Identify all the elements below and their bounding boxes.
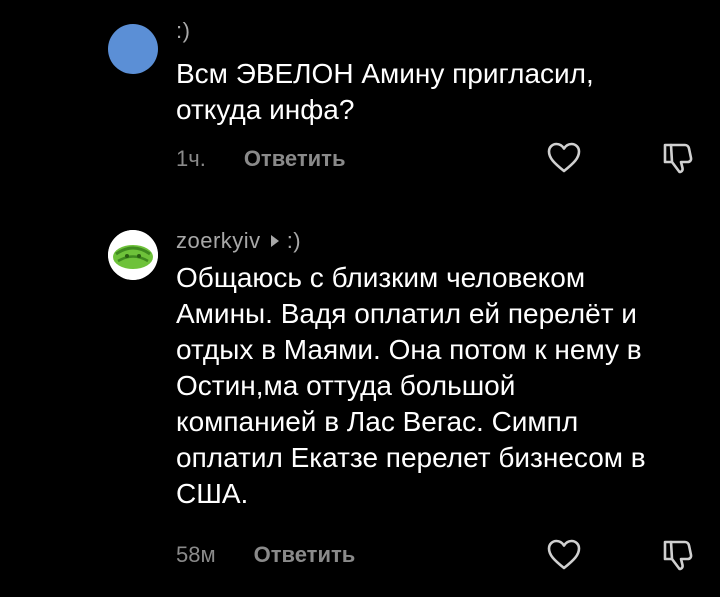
reply-button[interactable]: Ответить	[244, 146, 346, 172]
heart-outline-icon[interactable]	[546, 537, 582, 573]
comment-author[interactable]: :)	[176, 18, 190, 44]
reply-to-user[interactable]: :)	[287, 228, 301, 254]
comment-time: 58м	[176, 542, 216, 567]
avatar[interactable]	[108, 24, 158, 74]
comment-header: :)	[176, 18, 190, 44]
comment-author[interactable]: zoerkyiv	[176, 228, 261, 254]
thumbs-down-outline-icon[interactable]	[660, 537, 696, 573]
reply-button[interactable]: Ответить	[254, 542, 356, 568]
comments-screen: :) Всм ЭВЕЛОН Амину пригласил, откуда ин…	[0, 0, 720, 597]
heart-outline-icon[interactable]	[546, 140, 582, 176]
comment-text: Общаюсь с близким человеком Амины. Вадя …	[176, 262, 646, 509]
comment-item: :) Всм ЭВЕЛОН Амину пригласил, откуда ин…	[0, 0, 720, 200]
comment-text: Всм ЭВЕЛОН Амину пригласил, откуда инфа?	[176, 58, 594, 125]
reply-arrow-icon	[270, 235, 279, 247]
thumbs-down-outline-icon[interactable]	[660, 140, 696, 176]
comment-meta: 1ч. Ответить	[176, 146, 345, 172]
comment-header: zoerkyiv :)	[176, 228, 301, 254]
comment-meta: 58м Ответить	[176, 542, 355, 568]
comment-time: 1ч.	[176, 146, 206, 171]
comment-item: zoerkyiv :) Общаюсь с близким человеком …	[0, 200, 720, 597]
avatar[interactable]	[108, 230, 158, 280]
